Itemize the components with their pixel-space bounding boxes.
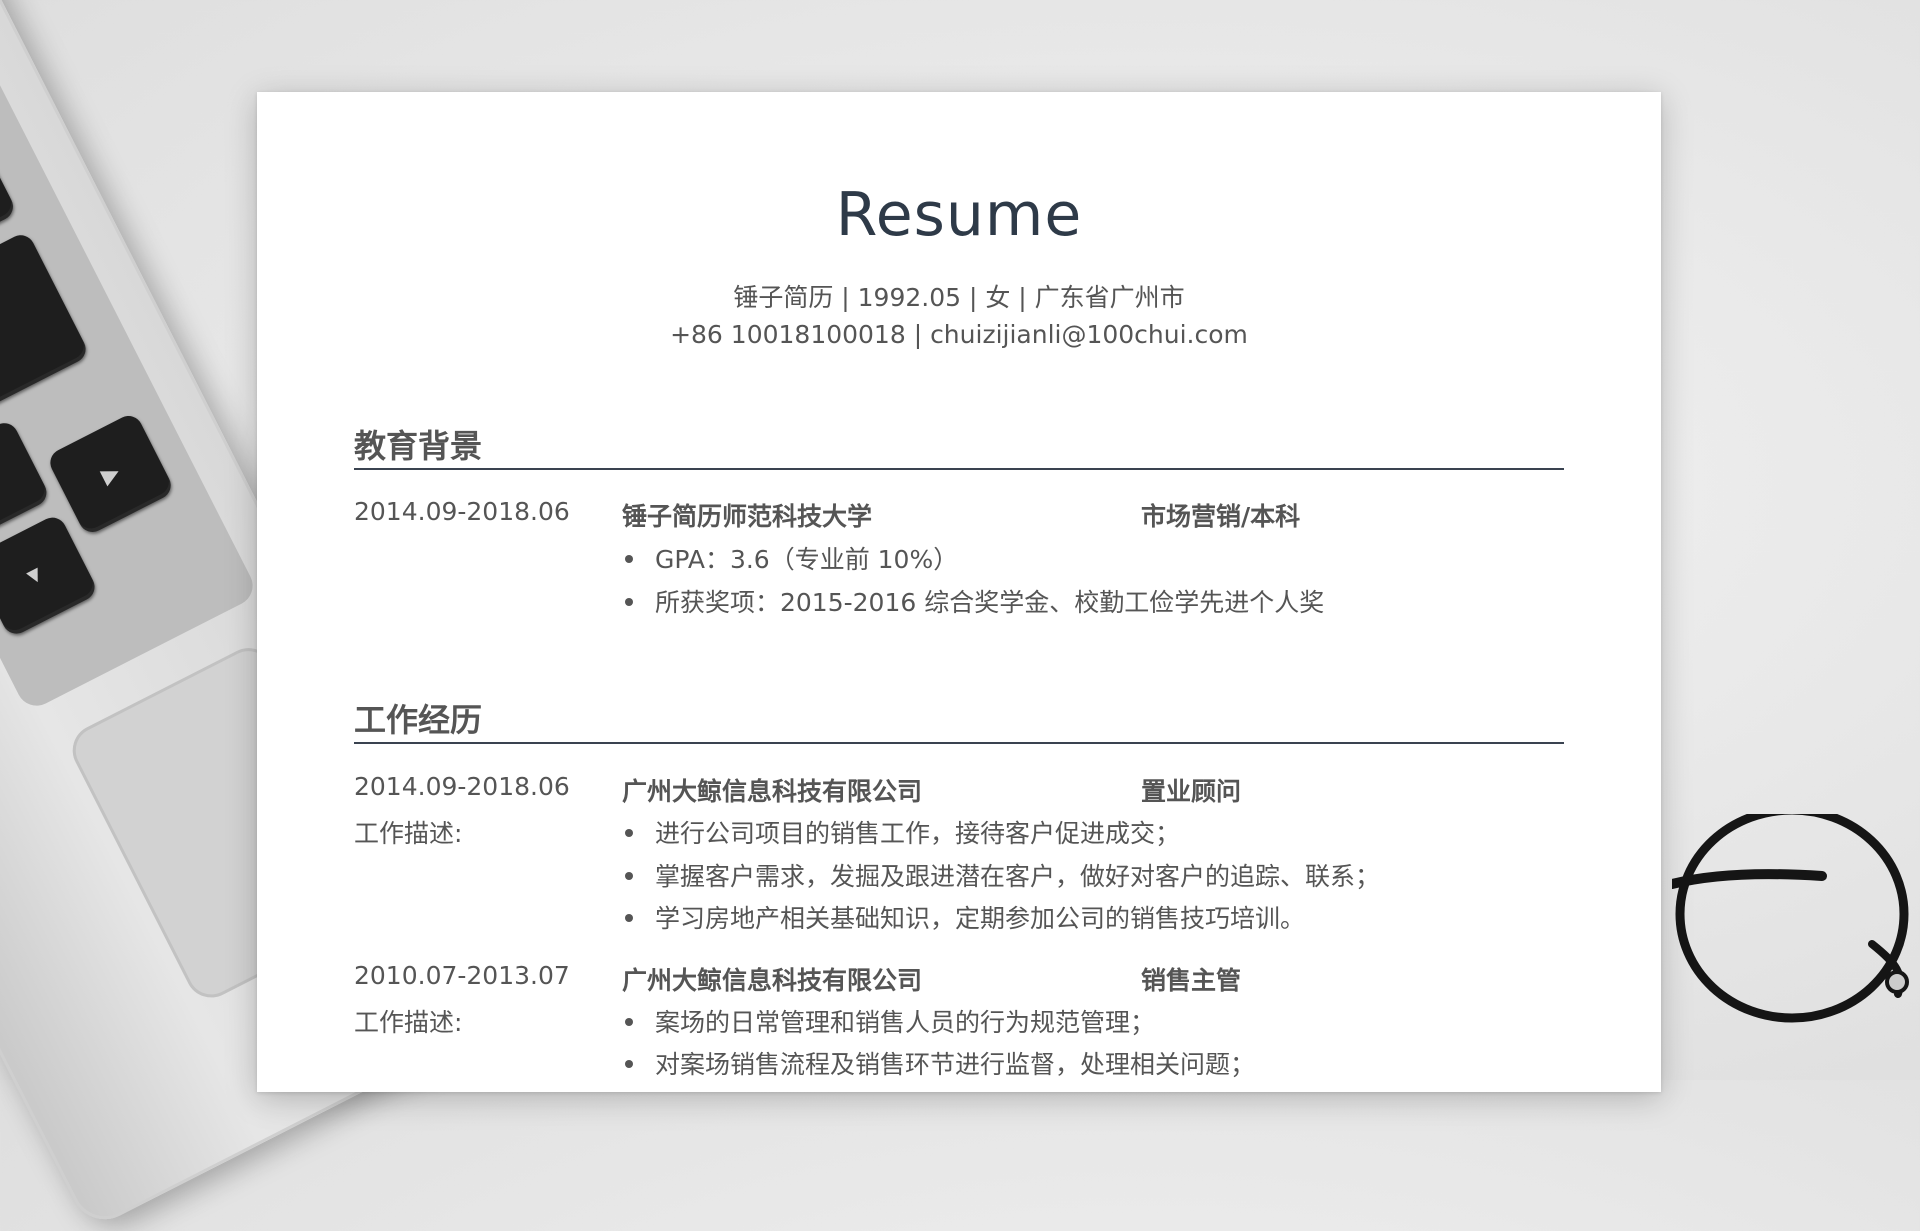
education-bullet: GPA：3.6（专业前 10%） — [622, 540, 958, 576]
job-role: 置业顾问 — [1141, 777, 1242, 806]
section-divider — [354, 742, 1564, 744]
arrow-down-key-icon: ▼ — [0, 512, 100, 639]
list-item: 工作描述: 进行公司项目的销售工作，接待客户促进成交； — [354, 814, 1564, 856]
job-entry: 2010.07-2013.07 广州大鲸信息科技有限公司 销售主管 — [354, 961, 1564, 1003]
list-item: 掌握客户需求，发掘及跟进潜在客户，做好对客户的追踪、联系； — [354, 857, 1564, 899]
company-name: 广州大鲸信息科技有限公司 — [622, 966, 923, 995]
work-heading: 工作经历 — [354, 701, 483, 739]
job-role: 销售主管 — [1141, 966, 1242, 995]
list-item: 学习房地产相关基础知识，定期参加公司的销售技巧培训。 — [354, 899, 1564, 941]
resume-paper: Resume 锤子简历 | 1992.05 | 女 | 广东省广州市 +86 1… — [257, 92, 1661, 1092]
school-name: 锤子简历师范科技大学 — [622, 502, 873, 531]
job-dates: 2010.07-2013.07 — [354, 961, 570, 990]
education-heading: 教育背景 — [354, 427, 483, 465]
section-divider — [354, 468, 1564, 470]
job-entry: 2014.09-2018.06 广州大鲸信息科技有限公司 置业顾问 — [354, 772, 1564, 814]
job-description-label: 工作描述: — [354, 819, 463, 848]
list-item: 工作描述: 案场的日常管理和销售人员的行为规范管理； — [354, 1003, 1564, 1045]
company-name: 广州大鲸信息科技有限公司 — [622, 777, 923, 806]
job-bullet: 掌握客户需求，发掘及跟进潜在客户，做好对客户的追踪、联系； — [622, 857, 1380, 893]
personal-info: 锤子简历 | 1992.05 | 女 | 广东省广州市 — [733, 283, 1185, 312]
education-dates: 2014.09-2018.06 — [354, 497, 570, 526]
arrow-right-key-icon: ▶ — [45, 411, 176, 537]
laptop-keyboard: ⇧ ▲ ▼ ▶ — [0, 0, 260, 713]
major-degree: 市场营销/本科 — [1141, 502, 1301, 531]
job-bullet: 进行公司项目的销售工作，接待客户促进成交； — [622, 814, 1180, 850]
education-bullet: 所获奖项：2015-2016 综合奖学金、校勤工俭学先进个人奖 — [622, 583, 1324, 619]
job-description-label: 工作描述: — [354, 1008, 463, 1037]
job-dates: 2014.09-2018.06 — [354, 772, 570, 801]
education-entry: 2014.09-2018.06 锤子简历师范科技大学 市场营销/本科 — [354, 497, 1564, 539]
job-bullet: 学习房地产相关基础知识，定期参加公司的销售技巧培训。 — [622, 899, 1305, 935]
job-bullet: 案场的日常管理和销售人员的行为规范管理； — [622, 1003, 1155, 1039]
resume-title: Resume — [835, 180, 1083, 250]
list-item: 对案场销售流程及销售环节进行监督，处理相关问题； — [354, 1045, 1564, 1087]
eyeglasses-icon — [1672, 814, 1909, 1023]
list-item: GPA：3.6（专业前 10%） — [354, 540, 1564, 582]
contact-info: +86 10018100018 | chuizijianli@100chui.c… — [670, 320, 1248, 349]
list-item: 所获奖项：2015-2016 综合奖学金、校勤工俭学先进个人奖 — [354, 583, 1564, 625]
shift-key-icon: ⇧ — [0, 230, 91, 446]
job-bullet: 对案场销售流程及销售环节进行监督，处理相关问题； — [622, 1045, 1255, 1081]
